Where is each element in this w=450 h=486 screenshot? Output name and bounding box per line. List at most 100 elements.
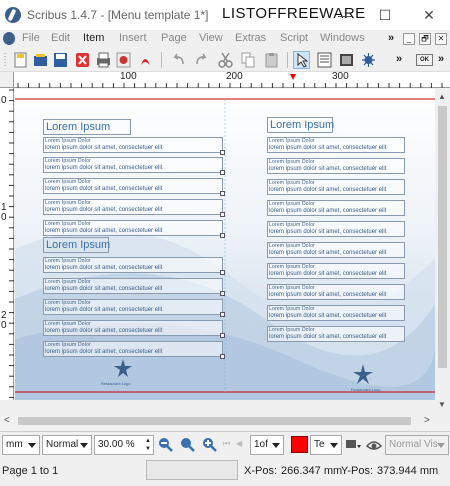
left-menu-entry[interactable]: Lorem Ipsum Dolor lorem ipsum dolor sit a… — [43, 341, 225, 359]
ok-button[interactable]: OK — [416, 54, 433, 66]
mdi-minimize-button[interactable]: _ — [403, 33, 415, 45]
zoom-in-icon[interactable] — [202, 437, 218, 456]
print-icon[interactable] — [95, 51, 112, 69]
entry-text: lorem ipsum dolor sit amet, consectetuer… — [45, 165, 163, 171]
right-menu-entry[interactable]: Lorem Ipsum Dolor lorem ipsum dolor sit a… — [267, 158, 405, 174]
left-menu-entry[interactable]: Lorem Ipsum Dolor lorem ipsum dolor sit a… — [43, 320, 225, 338]
first-page-icon[interactable]: ⏮ — [223, 439, 230, 449]
zoom-stepper-icon[interactable]: ▲ ▼ — [145, 437, 151, 453]
maximize-button[interactable]: ☐ — [370, 5, 400, 25]
menu-edit[interactable]: Edit — [51, 32, 70, 44]
menu-extras[interactable]: Extras — [235, 32, 266, 44]
resize-handle[interactable] — [220, 191, 225, 196]
resize-handle[interactable] — [220, 354, 225, 359]
left-heading-2[interactable]: Lorem Ipsum — [43, 237, 110, 253]
vertical-ruler[interactable]: 0 1 0 2 0 — [0, 88, 14, 400]
mdi-restore-button[interactable]: 🗗 — [419, 33, 431, 45]
cut-icon[interactable] — [217, 51, 234, 69]
ruler-corner[interactable] — [0, 72, 14, 88]
undo-icon[interactable] — [170, 51, 187, 69]
render-frame-icon[interactable] — [360, 51, 377, 69]
unit-select[interactable]: mm — [2, 435, 40, 455]
zoom-out-icon[interactable] — [158, 437, 174, 456]
menu-item[interactable]: Item — [83, 32, 104, 44]
menu-windows[interactable]: Windows — [320, 32, 365, 44]
horizontal-scroll-thumb[interactable] — [18, 417, 411, 425]
entry-caption: Lorem Ipsum Dolor — [45, 300, 91, 306]
resize-handle[interactable] — [220, 233, 225, 238]
left-heading-1[interactable]: Lorem Ipsum — [43, 119, 131, 135]
menu-view[interactable]: View — [199, 32, 223, 44]
redo-icon[interactable] — [193, 51, 210, 69]
resize-handle[interactable] — [220, 270, 225, 275]
document-icon[interactable] — [3, 32, 15, 45]
vertical-scroll-thumb[interactable] — [438, 106, 447, 368]
scroll-left-icon[interactable]: < — [4, 415, 10, 426]
document-canvas[interactable]: Lorem Ipsum Lorem Ipsum Dolor lorem ipsum… — [15, 89, 435, 400]
export-pdf-icon[interactable] — [137, 51, 154, 69]
right-menu-entry[interactable]: Lorem Ipsum Dolor lorem ipsum dolor sit a… — [267, 242, 405, 258]
layer-select[interactable]: Te — [310, 435, 342, 455]
zoom-100-icon[interactable] — [180, 437, 196, 456]
scroll-down-icon[interactable]: ▼ — [438, 400, 446, 409]
right-menu-entry[interactable]: Lorem Ipsum Dolor lorem ipsum dolor sit a… — [267, 284, 405, 300]
menu-file[interactable]: File — [22, 32, 40, 44]
quality-select[interactable]: Normal — [42, 435, 92, 455]
page-select[interactable]: 1of — [250, 435, 284, 455]
preflight-icon[interactable] — [115, 51, 132, 69]
right-menu-entry[interactable]: Lorem Ipsum Dolor lorem ipsum dolor sit a… — [267, 326, 405, 342]
save-icon[interactable] — [52, 51, 69, 69]
toolbar-overflow-left[interactable]: » — [396, 53, 402, 65]
toolbar-overflow-right[interactable]: » — [438, 53, 444, 65]
resize-handle[interactable] — [220, 312, 225, 317]
select-item-icon[interactable] — [293, 51, 310, 69]
right-menu-entry[interactable]: Lorem Ipsum Dolor lorem ipsum dolor sit a… — [267, 263, 405, 279]
image-frame-icon[interactable] — [338, 51, 355, 69]
resize-handle[interactable] — [220, 291, 225, 296]
left-menu-entry[interactable]: Lorem Ipsum Dolor lorem ipsum dolor sit a… — [43, 157, 225, 175]
left-menu-entry[interactable]: Lorem Ipsum Dolor lorem ipsum dolor sit a… — [43, 257, 225, 275]
resize-handle[interactable] — [220, 212, 225, 217]
left-menu-entry[interactable]: Lorem Ipsum Dolor lorem ipsum dolor sit a… — [43, 199, 225, 217]
menu-overflow[interactable]: » — [388, 32, 394, 44]
open-document-icon[interactable] — [32, 51, 49, 69]
new-document-icon[interactable] — [12, 51, 29, 69]
right-menu-entry[interactable]: Lorem Ipsum Dolor lorem ipsum dolor sit a… — [267, 200, 405, 216]
horizontal-scrollbar[interactable]: < > — [0, 412, 450, 430]
preview-mode-icon[interactable] — [365, 437, 383, 456]
resize-handle[interactable] — [220, 170, 225, 175]
left-menu-entry[interactable]: Lorem Ipsum Dolor lorem ipsum dolor sit a… — [43, 299, 225, 317]
mdi-close-button[interactable]: ✕ — [435, 33, 447, 45]
close-document-icon[interactable] — [74, 51, 91, 69]
right-menu-entry[interactable]: Lorem Ipsum Dolor lorem ipsum dolor sit a… — [267, 179, 405, 195]
layer-color-swatch[interactable] — [291, 436, 308, 453]
right-heading[interactable]: Lorem Ipsum — [267, 117, 334, 133]
copy-icon[interactable] — [240, 51, 257, 69]
resize-handle[interactable] — [220, 333, 225, 338]
menu-page[interactable]: Page — [161, 32, 187, 44]
left-menu-entry[interactable]: Lorem Ipsum Dolor lorem ipsum dolor sit a… — [43, 178, 225, 196]
zoom-input[interactable]: 30.00 % ▲ ▼ — [94, 435, 154, 455]
menu-insert[interactable]: Insert — [119, 32, 147, 44]
visual-mode-select[interactable]: Normal Vis — [385, 435, 449, 455]
scroll-up-icon[interactable]: ▲ — [438, 92, 446, 101]
horizontal-ruler[interactable]: 100 200 300 — [14, 71, 450, 88]
paste-icon[interactable] — [263, 51, 280, 69]
vertical-scrollbar[interactable]: ▲ ▼ — [435, 88, 450, 412]
right-menu-entry[interactable]: Lorem Ipsum Dolor lorem ipsum dolor sit a… — [267, 137, 405, 153]
right-menu-entry[interactable]: Lorem Ipsum Dolor lorem ipsum dolor sit a… — [267, 221, 405, 237]
minimize-button[interactable]: — — [330, 5, 360, 25]
restaurant-logo-left-icon[interactable] — [111, 357, 135, 381]
previous-page-icon[interactable]: ◀ — [236, 439, 242, 448]
scroll-right-icon[interactable]: > — [424, 415, 430, 426]
text-frame-icon[interactable] — [316, 51, 333, 69]
left-menu-entry[interactable]: Lorem Ipsum Dolor lorem ipsum dolor sit a… — [43, 278, 225, 296]
restaurant-logo-right-icon[interactable] — [351, 363, 375, 387]
left-menu-entry[interactable]: Lorem Ipsum Dolor lorem ipsum dolor sit a… — [43, 220, 225, 238]
display-mode-icon[interactable] — [344, 437, 362, 456]
left-menu-entry[interactable]: Lorem Ipsum Dolor lorem ipsum dolor sit a… — [43, 137, 225, 155]
right-menu-entry[interactable]: Lorem Ipsum Dolor lorem ipsum dolor sit a… — [267, 305, 405, 321]
close-button[interactable]: ✕ — [414, 5, 444, 25]
resize-handle[interactable] — [220, 150, 225, 155]
menu-script[interactable]: Script — [280, 32, 308, 44]
